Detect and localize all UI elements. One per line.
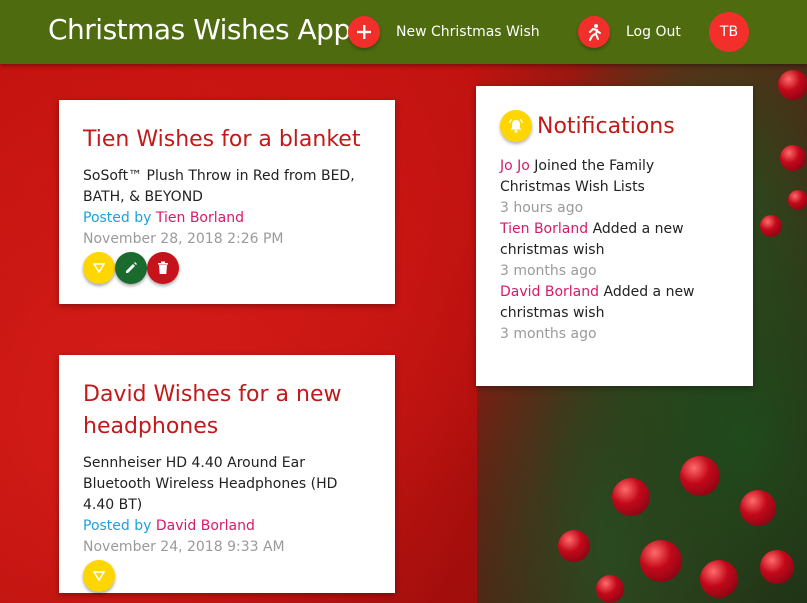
user-avatar[interactable]: TB [709,12,749,52]
wish-actions [83,252,371,284]
new-wish-label[interactable]: New Christmas Wish [396,24,540,40]
wish-title: Tien Wishes for a blanket [83,127,361,152]
wish-date: November 28, 2018 2:26 PM [83,231,284,247]
triangle-down-icon [93,571,105,581]
berry-decoration [760,550,794,584]
plus-icon [357,25,371,39]
notification-item: Tien Borland Added a new christmas wish [500,219,729,261]
wish-description: Sennheiser HD 4.40 Around Ear Bluetooth … [83,455,338,513]
notification-time: 3 months ago [500,263,597,279]
top-app-bar: Christmas Wishes App New Christmas Wish … [0,0,807,64]
berry-decoration [780,145,806,171]
posted-by-label: Posted by [83,210,152,226]
wish-description: SoSoft™ Plush Throw in Red from BED, BAT… [83,168,355,205]
author-link[interactable]: Tien Borland [156,210,244,226]
new-wish-button[interactable] [348,16,380,48]
berry-decoration [640,540,682,582]
berry-decoration [612,478,650,516]
wish-title: David Wishes for a new headphones [83,382,342,439]
wish-card: David Wishes for a new headphones Sennhe… [59,355,395,593]
trash-icon [158,261,168,274]
berry-decoration [700,560,738,598]
berry-decoration [788,190,807,210]
running-person-icon [589,24,601,41]
wish-date: November 24, 2018 9:33 AM [83,539,285,555]
logout-button[interactable] [578,16,610,48]
delete-button[interactable] [147,252,179,284]
author-link[interactable]: David Borland [156,518,255,534]
notification-user-link[interactable]: David Borland [500,284,599,300]
berry-decoration [778,70,807,100]
notification-time: 3 months ago [500,326,597,342]
notification-user-link[interactable]: Tien Borland [500,221,588,237]
like-button[interactable] [83,560,115,592]
wish-card: Tien Wishes for a blanket SoSoft™ Plush … [59,100,395,304]
pencil-icon [126,262,137,273]
notifications-card: Notifications Jo Jo Joined the Family Ch… [476,86,753,386]
berry-decoration [680,456,720,496]
notification-user-link[interactable]: Jo Jo [500,158,530,174]
posted-by-line: Posted by Tien Borland [83,208,371,229]
wish-actions [83,560,371,592]
berry-decoration [760,215,782,237]
notifications-title: Notifications [537,113,675,139]
posted-by-label: Posted by [83,518,152,534]
logout-label[interactable]: Log Out [626,24,681,40]
notification-item: Jo Jo Joined the Family Christmas Wish L… [500,156,729,198]
berry-decoration [558,530,590,562]
notification-item: David Borland Added a new christmas wish [500,282,729,324]
bell-icon [500,110,532,142]
posted-by-line: Posted by David Borland [83,516,371,537]
app-title: Christmas Wishes App [48,13,351,46]
notification-time: 3 hours ago [500,200,584,216]
triangle-down-icon [93,263,105,273]
berry-decoration [596,575,624,603]
berry-decoration [740,490,776,526]
edit-button[interactable] [115,252,147,284]
like-button[interactable] [83,252,115,284]
notifications-header: Notifications [500,110,729,142]
